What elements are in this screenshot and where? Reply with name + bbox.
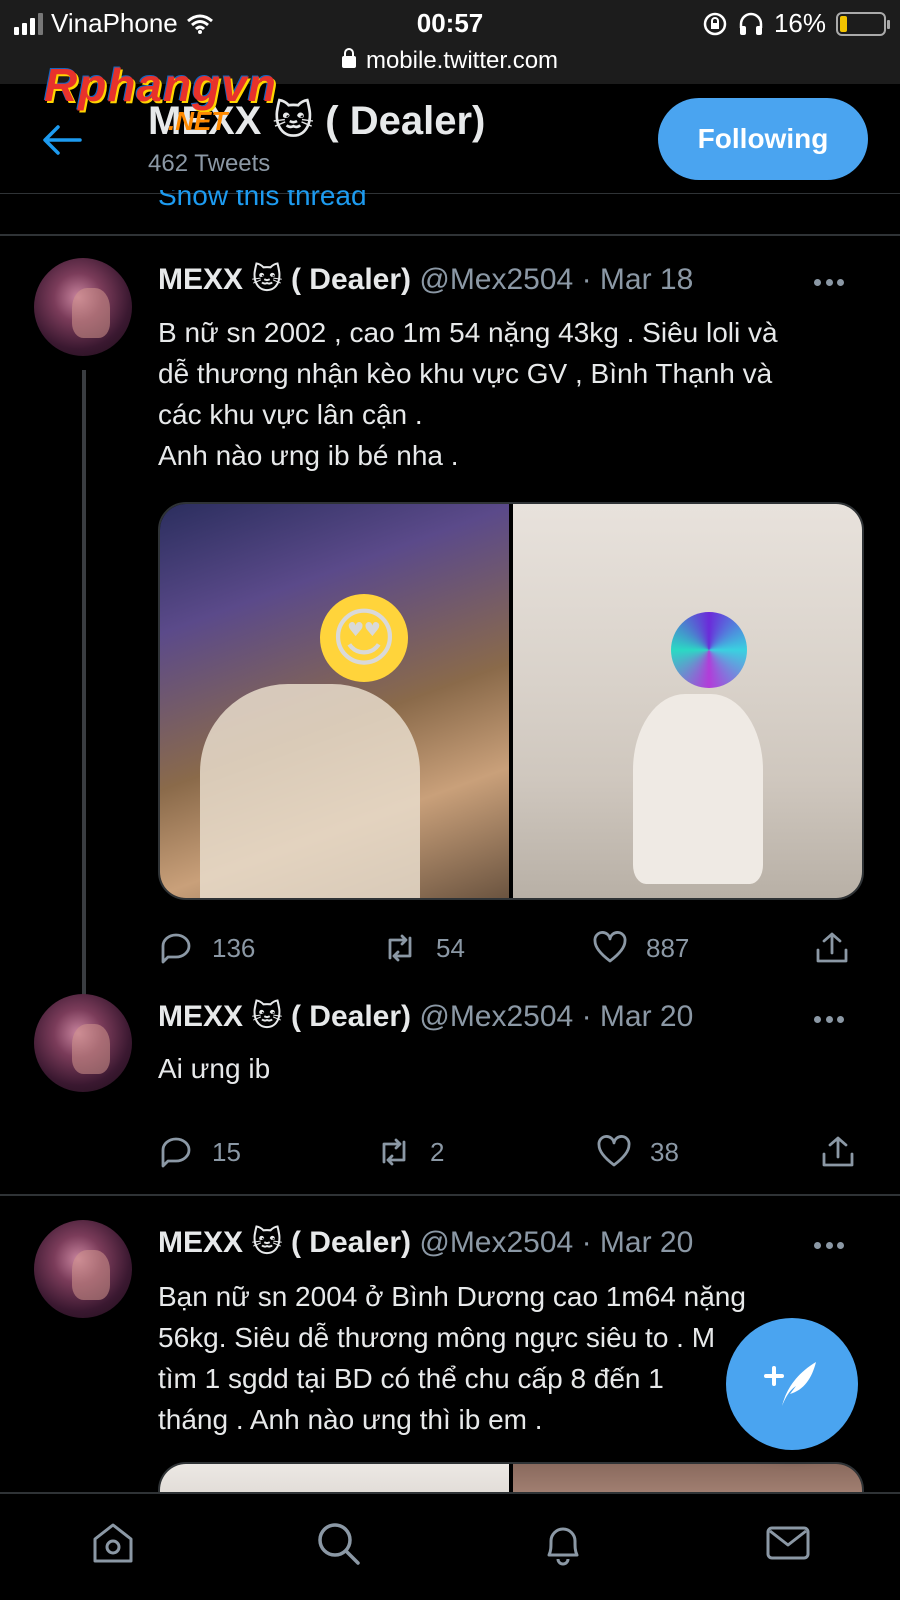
share-button[interactable] bbox=[814, 930, 850, 966]
retweet-icon bbox=[382, 1138, 406, 1166]
like-count: 38 bbox=[650, 1136, 679, 1167]
reply-button[interactable]: 15 bbox=[158, 1134, 376, 1170]
battery-percent: 16% bbox=[773, 8, 826, 38]
bottom-nav bbox=[0, 1492, 900, 1600]
tweet-text: Ai ưng ib bbox=[158, 1053, 271, 1084]
divider bbox=[0, 1194, 900, 1196]
tweet-actions: 136 54 887 bbox=[158, 928, 864, 968]
avatar[interactable] bbox=[34, 1220, 132, 1318]
url-text: mobile.twitter.com bbox=[365, 47, 559, 74]
notifications-icon[interactable] bbox=[539, 1519, 587, 1567]
tweet-count: 462 Tweets bbox=[148, 150, 271, 177]
retweet-count: 2 bbox=[430, 1136, 445, 1167]
watermark-logo: Rphangvn bbox=[44, 59, 277, 111]
share-button[interactable] bbox=[820, 1134, 856, 1170]
author-name[interactable]: MEXX 🐱 ( Dealer) bbox=[158, 263, 411, 296]
home-icon[interactable] bbox=[89, 1519, 137, 1567]
share-icon bbox=[816, 932, 848, 963]
tweet-header: MEXX 🐱 ( Dealer) @Mex2504 · Mar 20 bbox=[158, 1000, 694, 1033]
watermark-logo-sub: .NET bbox=[168, 106, 228, 136]
reply-count: 15 bbox=[212, 1136, 241, 1167]
heart-eyes-emoji-icon: 😍 bbox=[320, 594, 408, 682]
swirl-sticker-icon bbox=[671, 612, 747, 688]
more-options-icon[interactable] bbox=[814, 1016, 844, 1024]
reply-icon bbox=[161, 933, 191, 964]
tweet-photo[interactable]: 😍 bbox=[160, 504, 509, 898]
author-handle[interactable]: @Mex2504 bbox=[419, 1226, 573, 1259]
tweet-text: B nữ sn 2002 , cao 1m 54 nặng 43kg . Siê… bbox=[158, 317, 778, 471]
compose-tweet-icon bbox=[764, 1362, 816, 1406]
status-bar: VinaPhone 00:57 16% bbox=[0, 0, 900, 46]
author-name[interactable]: MEXX 🐱 ( Dealer) bbox=[158, 1000, 411, 1033]
author-handle[interactable]: @Mex2504 bbox=[419, 263, 573, 296]
heart-icon bbox=[597, 1135, 631, 1167]
author-handle[interactable]: @Mex2504 bbox=[419, 1000, 573, 1033]
tweet-date[interactable]: Mar 18 bbox=[600, 263, 693, 296]
search-icon[interactable] bbox=[314, 1519, 362, 1567]
avatar[interactable] bbox=[34, 258, 132, 356]
rotation-lock-icon bbox=[703, 12, 727, 35]
like-button[interactable]: 38 bbox=[596, 1134, 820, 1170]
tweet-header: MEXX 🐱 ( Dealer) @Mex2504 · Mar 20 bbox=[158, 1226, 694, 1259]
share-icon bbox=[822, 1136, 854, 1167]
more-options-icon[interactable] bbox=[814, 1242, 844, 1250]
arrow-left-icon[interactable] bbox=[40, 122, 84, 158]
retweet-button[interactable]: 54 bbox=[382, 930, 592, 966]
tweet-actions: 15 2 38 bbox=[158, 1132, 864, 1172]
like-button[interactable]: 887 bbox=[592, 930, 814, 966]
author-name[interactable]: MEXX 🐱 ( Dealer) bbox=[158, 1226, 411, 1259]
reply-count: 136 bbox=[212, 932, 256, 963]
like-count: 887 bbox=[646, 932, 690, 963]
following-button[interactable]: Following bbox=[658, 98, 868, 180]
headphones-icon bbox=[739, 12, 763, 35]
retweet-count: 54 bbox=[436, 932, 465, 963]
messages-icon[interactable] bbox=[764, 1519, 812, 1567]
retweet-icon bbox=[388, 934, 412, 962]
reply-button[interactable]: 136 bbox=[158, 930, 382, 966]
battery-icon bbox=[836, 11, 890, 36]
heart-icon bbox=[593, 931, 627, 963]
tweet-date[interactable]: Mar 20 bbox=[600, 1000, 693, 1033]
thread-line bbox=[82, 370, 86, 1006]
tweet-media[interactable]: 😍 bbox=[158, 502, 864, 900]
reply-icon bbox=[161, 1137, 191, 1168]
divider bbox=[0, 234, 900, 236]
tweet-photo[interactable] bbox=[513, 504, 862, 898]
compose-tweet-button[interactable] bbox=[726, 1318, 858, 1450]
tweet-date[interactable]: Mar 20 bbox=[600, 1226, 693, 1259]
lock-icon bbox=[341, 47, 356, 68]
avatar[interactable] bbox=[34, 994, 132, 1092]
retweet-button[interactable]: 2 bbox=[376, 1134, 596, 1170]
more-options-icon[interactable] bbox=[814, 279, 844, 287]
tweet-header: MEXX 🐱 ( Dealer) @Mex2504 · Mar 18 bbox=[158, 263, 694, 296]
